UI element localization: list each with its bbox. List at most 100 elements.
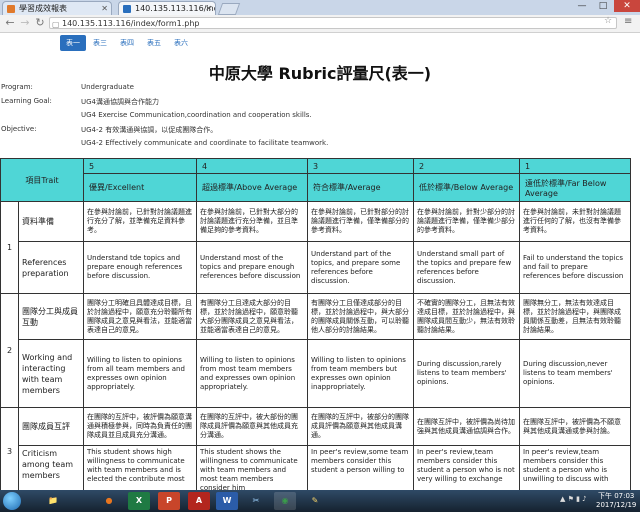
firefox-icon[interactable]: ● <box>98 492 120 510</box>
page-content: 表一 表三 表四 表五 表六 中原大學 Rubric評量尺(表一) Progra… <box>0 33 640 490</box>
page-title: 中原大學 Rubric評量尺(表一) <box>208 64 432 83</box>
maximize-button[interactable]: □ <box>593 0 613 12</box>
rubric-cell: This student shows high willingness to c… <box>83 445 198 490</box>
rubric-cell: In peer's review,team members consider t… <box>519 445 632 490</box>
rubric-cell: Willing to listen to opinions from most … <box>196 339 309 408</box>
rubric-cell: Willing to listen to opinions from team … <box>307 339 415 408</box>
reload-icon[interactable]: ↻ <box>33 16 47 30</box>
taskbar-clock[interactable]: 下午 07:03 2017/12/19 <box>596 492 636 510</box>
tab-form5[interactable]: 表五 <box>141 35 167 51</box>
close-window-button[interactable]: ✕ <box>614 0 640 12</box>
level-label: 符合標準/Average <box>307 173 415 202</box>
level-score: 5 <box>83 158 198 174</box>
powerpoint-icon[interactable]: P <box>158 492 180 510</box>
rubric-cell: 在團隊互評中，被評價為不願意與其他成員溝通或參與討論。 <box>519 407 632 446</box>
rubric-cell: 有團隊分工且達成大部分的目標，並於討論過程中，願意聆聽大部分團隊成員之意見與看法… <box>196 293 309 340</box>
paint-icon[interactable]: ✎ <box>304 492 326 510</box>
rubric-cell: 在參與討論前，未針對討論議題進行任何的了解，也沒有準備參考資料。 <box>519 201 632 242</box>
word-icon[interactable]: W <box>216 492 238 510</box>
chrome-icon[interactable]: ◉ <box>274 492 296 510</box>
page-favicon-icon <box>7 5 15 13</box>
criterion-en: Criticism among team members <box>17 445 85 490</box>
trait-number: 1 <box>0 201 19 294</box>
goal-label: Learning Goal: <box>1 97 52 105</box>
level-label: 遠低於標準/Far Below Average <box>519 173 632 202</box>
rubric-cell: Understand tde topics and prepare enough… <box>83 241 198 294</box>
program-label: Program: <box>1 83 33 91</box>
rubric-cell: This student shows the willingness to co… <box>196 445 309 490</box>
objective-label: Objective: <box>1 125 37 133</box>
rubric-cell: 在參與討論前，已針對大部分的討論議題進行充分準備，並且準備足夠的參考資料。 <box>196 201 309 242</box>
snipping-tool-icon[interactable]: ✂ <box>245 492 267 510</box>
browser-menu-icon[interactable]: ≡ <box>624 16 632 27</box>
rubric-table: 項目Trait 5 4 3 2 1 優異/Excellent 超過標準/Abov… <box>0 158 632 490</box>
tab-title: 學習成效報表 <box>19 4 67 13</box>
rubric-cell: Understand most of the topics and prepar… <box>196 241 309 294</box>
page-favicon-icon <box>123 5 131 13</box>
rubric-cell: 有團隊分工且僅達成部分的目標，並於討論過程中，與大部分的團隊成員關係互動，可以聆… <box>307 293 415 340</box>
rubric-cell: 在參與討論前，已針對部分的討論議題進行準備，僅準備部分的參考資料。 <box>307 201 415 242</box>
trait-number: 2 <box>0 293 19 408</box>
table-row: 2 團隊分工與成員互動 團隊分工明確且具體達成目標，且於討論過程中，願意充分聆聽… <box>0 293 632 408</box>
rubric-cell: 團隊分工明確且具體達成目標，且於討論過程中，願意充分聆聽所有團隊成員之意見與看法… <box>83 293 198 340</box>
start-button[interactable] <box>3 492 21 510</box>
level-label-row: 優異/Excellent 超過標準/Above Average 符合標準/Ave… <box>1 173 632 202</box>
level-label: 低於標準/Below Average <box>413 173 521 202</box>
goal-value-en: UG4 Exercise Communication,coordination … <box>81 111 312 119</box>
rubric-cell: During discussion,never listens to team … <box>519 339 632 408</box>
clock-time: 下午 07:03 <box>597 492 635 500</box>
close-tab-icon[interactable]: ✕ <box>205 2 212 15</box>
level-score-row: 項目Trait 5 4 3 2 1 <box>0 158 632 202</box>
windows-taskbar: 📁 ● X P A W ✂ ◉ ✎ ▲ ⚑ ▮ ♪ 下午 07:03 2017/… <box>0 490 640 512</box>
level-label: 優異/Excellent <box>83 173 198 202</box>
browser-tab-report[interactable]: 學習成效報表 ✕ <box>2 1 112 15</box>
criterion-zh: 團隊成員互評 <box>17 407 85 446</box>
criterion-en: References preparation <box>17 241 85 294</box>
minimize-button[interactable]: — <box>572 0 592 12</box>
trait-number: 3 <box>0 407 19 490</box>
address-bar[interactable]: ▢ 140.135.113.116/index/form1.php <box>49 17 617 29</box>
system-tray-icons[interactable]: ▲ ⚑ ▮ ♪ <box>560 495 587 503</box>
rubric-cell: Understand small part of the topics and … <box>413 241 521 294</box>
level-score: 1 <box>519 158 632 174</box>
back-icon[interactable]: ← <box>3 16 17 30</box>
rubric-cell: 在團隊的互評中，被部分的團隊成員評價為願意與其他成員溝通。 <box>307 407 415 446</box>
bookmark-star-icon[interactable]: ☆ <box>604 16 612 26</box>
excel-icon[interactable]: X <box>128 492 150 510</box>
tab-form6[interactable]: 表六 <box>168 35 194 51</box>
goal-value-zh: UG4溝通協調與合作能力 <box>81 98 160 106</box>
pdf-reader-icon[interactable]: A <box>188 492 210 510</box>
browser-tab-form[interactable]: 140.135.113.116/index/ ✕ <box>118 1 216 15</box>
rubric-cell: 不確實的團隊分工，且無法有效達成目標，並於討論過程中，與團隊成員間互動少，無法有… <box>413 293 521 340</box>
rubric-cell: Fail to understand the topics and fail t… <box>519 241 632 294</box>
close-tab-icon[interactable]: ✕ <box>101 2 108 15</box>
rubric-cell: 在團隊的互評中，被大部份的團隊成員評價為願意與其他成員充分溝通。 <box>196 407 309 446</box>
rubric-cell: In peer's review,some team members consi… <box>307 445 415 490</box>
table-row: 1 資料準備 在參與討論前，已針對討論議題進行充分了解，並準備充足資料參考。 在… <box>0 201 632 294</box>
table-row: References preparation Understand tde to… <box>1 241 632 294</box>
level-score: 2 <box>413 158 521 174</box>
forward-icon[interactable]: → <box>18 16 32 30</box>
criterion-zh: 資料準備 <box>17 201 85 242</box>
tab-form4[interactable]: 表四 <box>114 35 140 51</box>
rubric-cell: Willing to listen to opinions from all t… <box>83 339 198 408</box>
level-score: 4 <box>196 158 309 174</box>
rubric-cell: 團隊無分工，無法有效達成目標，並於討論過程中，與團隊成員關係互動差，且無法有效聆… <box>519 293 632 340</box>
criterion-en: Working and interacting with team member… <box>17 339 85 408</box>
tab-form3[interactable]: 表三 <box>87 35 113 51</box>
rubric-cell: In peer's review,team members consider t… <box>413 445 521 490</box>
page-info-icon[interactable]: ▢ <box>52 19 60 31</box>
table-row: Criticism among team members This studen… <box>1 445 632 490</box>
tab-title: 140.135.113.116/index/ <box>135 4 215 13</box>
tab-form1[interactable]: 表一 <box>60 35 86 51</box>
clock-date: 2017/12/19 <box>596 501 637 509</box>
url-text: 140.135.113.116/index/form1.php <box>62 19 200 28</box>
table-row: 3 團隊成員互評 在團隊的互評中，被評價為願意溝通與積極參與，同時為負責任的團隊… <box>0 407 632 490</box>
trait-header: 項目Trait <box>0 158 85 202</box>
new-tab-button[interactable] <box>217 3 241 15</box>
rubric-cell: 在團隊的互評中，被評價為願意溝通與積極參與，同時為負責任的團隊成員並且成員充分溝… <box>83 407 198 446</box>
explorer-icon[interactable]: 📁 <box>42 492 64 510</box>
rubric-cell: Understand part of the topics, and prepa… <box>307 241 415 294</box>
table-row: Working and interacting with team member… <box>1 339 632 408</box>
objective-value-en: UG4-2 Effectively communicate and coordi… <box>81 139 329 147</box>
